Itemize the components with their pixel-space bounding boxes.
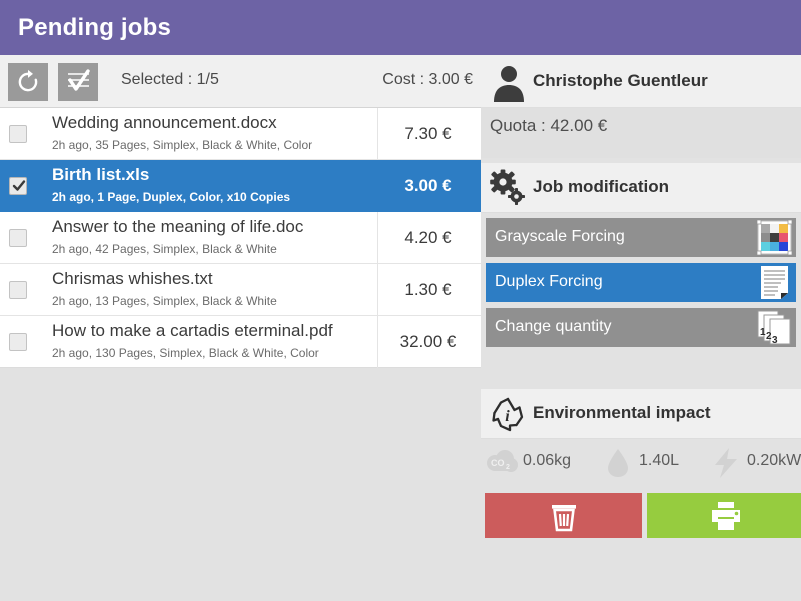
- duplex-forcing-label: Duplex Forcing: [495, 273, 603, 290]
- grayscale-forcing-button[interactable]: Grayscale Forcing: [486, 218, 796, 257]
- job-price: 1.30 €: [404, 280, 452, 299]
- right-panel: Christophe Guentleur Quota : 42.00 € Job…: [481, 55, 801, 601]
- table-row[interactable]: How to make a cartadis eterminal.pdf 2h a…: [0, 316, 481, 368]
- job-price: 3.00 €: [404, 176, 452, 195]
- total-cost-label: Cost : 3.00 €: [382, 71, 473, 88]
- quota-label: Quota : 42.00 €: [490, 116, 608, 135]
- job-checkbox[interactable]: [9, 333, 27, 351]
- svg-text:2: 2: [506, 464, 510, 471]
- title-bar: Pending jobs: [0, 0, 801, 55]
- job-modification-title: Job modification: [533, 177, 669, 196]
- job-meta: 2h ago, 42 Pages, Simplex, Black & White: [52, 242, 277, 256]
- table-row[interactable]: Wedding announcement.docx 2h ago, 35 Page…: [0, 108, 481, 160]
- user-name-label: Christophe Guentleur: [533, 71, 708, 90]
- list-toolbar: Selected : 1/5 Cost : 3.00 €: [0, 55, 481, 108]
- duplex-pages-icon: [757, 265, 792, 300]
- duplex-forcing-button[interactable]: Duplex Forcing: [486, 263, 796, 302]
- grayscale-forcing-label: Grayscale Forcing: [495, 228, 625, 245]
- job-meta: 2h ago, 130 Pages, Simplex, Black & Whit…: [52, 346, 319, 360]
- water-drop-icon: [601, 446, 635, 480]
- refresh-icon: [8, 69, 48, 95]
- job-checkbox[interactable]: [9, 125, 27, 143]
- check-icon: [12, 180, 26, 191]
- job-price: 32.00 €: [399, 332, 457, 351]
- column-divider: [377, 108, 378, 160]
- job-name: Birth list.xls: [52, 165, 150, 184]
- change-quantity-button[interactable]: Change quantity 1 2 3: [486, 308, 796, 347]
- job-price: 4.20 €: [404, 228, 452, 247]
- svg-text:i: i: [505, 408, 510, 425]
- column-divider: [377, 316, 378, 368]
- print-button[interactable]: [647, 493, 801, 538]
- job-checkbox[interactable]: [9, 281, 27, 299]
- user-bar: Christophe Guentleur: [481, 55, 801, 108]
- environmental-metrics: CO 2 0.06kg 1.40L 0.20kW: [481, 439, 801, 487]
- job-meta: 2h ago, 1 Page, Duplex, Color, x10 Copie…: [52, 190, 291, 204]
- job-price: 7.30 €: [404, 124, 452, 143]
- page-title: Pending jobs: [18, 14, 172, 41]
- co2-cloud-icon: CO 2: [485, 446, 519, 480]
- quota-bar: Quota : 42.00 €: [481, 108, 801, 158]
- job-checkbox[interactable]: [9, 229, 27, 247]
- job-name: Wedding announcement.docx: [52, 113, 277, 132]
- gears-icon: [488, 169, 528, 207]
- column-divider: [377, 160, 378, 212]
- table-row[interactable]: Birth list.xls 2h ago, 1 Page, Duplex, Co…: [0, 160, 481, 212]
- column-divider: [377, 264, 378, 316]
- job-meta: 2h ago, 13 Pages, Simplex, Black & White: [52, 294, 277, 308]
- change-quantity-label: Change quantity: [495, 318, 612, 335]
- energy-bolt-icon: [709, 446, 743, 480]
- co2-value: 0.06kg: [523, 452, 572, 469]
- job-name: Answer to the meaning of life.doc: [52, 217, 304, 236]
- column-divider: [377, 212, 378, 264]
- job-checkbox[interactable]: [9, 177, 27, 195]
- job-list: Wedding announcement.docx 2h ago, 35 Page…: [0, 108, 481, 368]
- table-row[interactable]: Answer to the meaning of life.doc 2h ago,…: [0, 212, 481, 264]
- environmental-impact-header: i Environmental impact: [481, 389, 801, 439]
- environmental-impact-title: Environmental impact: [533, 403, 711, 422]
- recycle-info-icon: i: [488, 395, 528, 433]
- user-avatar-icon: [489, 62, 529, 102]
- energy-value: 0.20kWh: [747, 452, 801, 469]
- selected-count-label: Selected : 1/5: [121, 71, 219, 88]
- job-name: How to make a cartadis eterminal.pdf: [52, 321, 333, 340]
- delete-button[interactable]: [485, 493, 642, 538]
- select-all-icon: [58, 69, 98, 95]
- water-value: 1.40L: [639, 452, 680, 469]
- refresh-button[interactable]: [8, 63, 48, 101]
- color-chart-icon: [756, 219, 793, 256]
- printer-icon: [647, 501, 801, 531]
- job-meta: 2h ago, 35 Pages, Simplex, Black & White…: [52, 138, 313, 152]
- select-all-button[interactable]: [58, 63, 98, 101]
- app-window: Pending jobs Selected : 1/5 Cost: 3.00 …: [0, 0, 801, 601]
- svg-text:CO: CO: [491, 458, 505, 468]
- job-modification-header: Job modification: [481, 163, 801, 213]
- copies-123-icon: 1 2 3: [757, 310, 792, 346]
- svg-text:3: 3: [772, 335, 778, 345]
- table-row[interactable]: Chrismas whishes.txt 2h ago, 13 Pages, Si…: [0, 264, 481, 316]
- job-name: Chrismas whishes.txt: [52, 269, 213, 288]
- trash-icon: [485, 500, 642, 532]
